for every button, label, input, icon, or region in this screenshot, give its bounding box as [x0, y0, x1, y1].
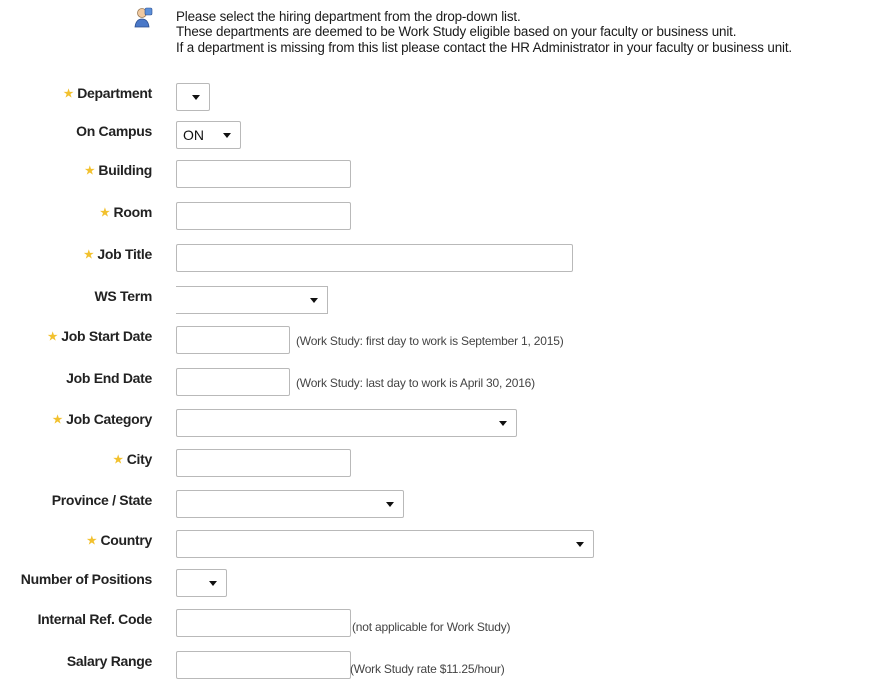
internal-ref-code-row: Internal Ref. Code (not applicable for W…	[0, 609, 896, 639]
instruction-line: Please select the hiring department from…	[176, 9, 521, 24]
ws-term-select[interactable]	[176, 286, 328, 314]
job-title-input[interactable]	[176, 244, 573, 272]
job-start-date-label: ★ Job Start Date	[47, 328, 153, 344]
required-star-icon: ★	[63, 88, 74, 100]
salary-range-hint: (Work Study rate $11.25/hour)	[350, 662, 505, 676]
building-label: ★ Building	[84, 162, 152, 178]
required-star-icon: ★	[52, 414, 63, 426]
info-person-icon	[134, 7, 153, 28]
country-label: ★ Country	[86, 532, 152, 548]
job-title-label: ★ Job Title	[83, 246, 152, 262]
required-star-icon: ★	[99, 207, 110, 219]
department-row: ★ Department	[0, 83, 896, 113]
job-start-date-input[interactable]	[176, 326, 290, 354]
on-campus-row: On Campus ON	[0, 121, 896, 151]
number-of-positions-select[interactable]	[176, 569, 227, 597]
internal-ref-code-input[interactable]	[176, 609, 351, 637]
city-input[interactable]	[176, 449, 351, 477]
salary-range-input[interactable]	[176, 651, 351, 679]
room-input[interactable]	[176, 202, 351, 230]
instruction-line: These departments are deemed to be Work …	[176, 24, 737, 40]
building-input[interactable]	[176, 160, 351, 188]
chevron-down-icon	[499, 421, 507, 426]
internal-ref-code-hint: (not applicable for Work Study)	[352, 620, 511, 634]
department-label: ★ Department	[63, 85, 153, 101]
department-select[interactable]	[176, 83, 210, 111]
job-end-date-row: Job End Date (Work Study: last day to wo…	[0, 368, 896, 398]
instructions: Please select the hiring department from…	[176, 9, 792, 55]
job-start-date-hint: (Work Study: first day to work is Septem…	[296, 334, 564, 348]
province-state-select[interactable]	[176, 490, 404, 518]
room-row: ★ Room	[0, 202, 896, 232]
job-start-date-row: ★ Job Start Date (Work Study: first day t…	[0, 326, 896, 356]
chevron-down-icon	[310, 298, 318, 303]
ws-term-row: WS Term	[0, 286, 896, 316]
job-end-date-label: Job End Date	[66, 370, 152, 386]
job-category-label: ★ Job Category	[52, 411, 153, 427]
room-label: ★ Room	[99, 204, 152, 220]
chevron-down-icon	[223, 133, 231, 138]
required-star-icon: ★	[86, 535, 97, 547]
job-end-date-hint: (Work Study: last day to work is April 3…	[296, 376, 535, 390]
country-select[interactable]	[176, 530, 594, 558]
on-campus-select[interactable]: ON	[176, 121, 241, 149]
job-category-row: ★ Job Category	[0, 409, 896, 439]
job-title-row: ★ Job Title	[0, 244, 896, 274]
required-star-icon: ★	[84, 165, 95, 177]
chevron-down-icon	[192, 95, 200, 100]
job-category-select[interactable]	[176, 409, 517, 437]
province-state-label: Province / State	[51, 492, 153, 508]
country-row: ★ Country	[0, 530, 896, 560]
salary-range-label: Salary Range	[66, 653, 152, 669]
chevron-down-icon	[386, 502, 394, 507]
chevron-down-icon	[576, 542, 584, 547]
city-row: ★ City	[0, 449, 896, 479]
required-star-icon: ★	[113, 454, 123, 466]
job-end-date-input[interactable]	[176, 368, 290, 396]
internal-ref-code-label: Internal Ref. Code	[37, 611, 153, 627]
chevron-down-icon	[209, 581, 217, 586]
city-label: ★ City	[113, 451, 152, 467]
on-campus-label: On Campus	[76, 123, 152, 139]
ws-term-label: WS Term	[94, 288, 152, 304]
province-state-row: Province / State	[0, 490, 896, 520]
instruction-line: If a department is missing from this lis…	[176, 39, 792, 55]
required-star-icon: ★	[47, 331, 58, 343]
number-of-positions-row: Number of Positions	[0, 569, 896, 599]
number-of-positions-label: Number of Positions	[20, 571, 153, 587]
required-star-icon: ★	[83, 249, 94, 261]
building-row: ★ Building	[0, 160, 896, 190]
on-campus-value: ON	[183, 127, 204, 143]
